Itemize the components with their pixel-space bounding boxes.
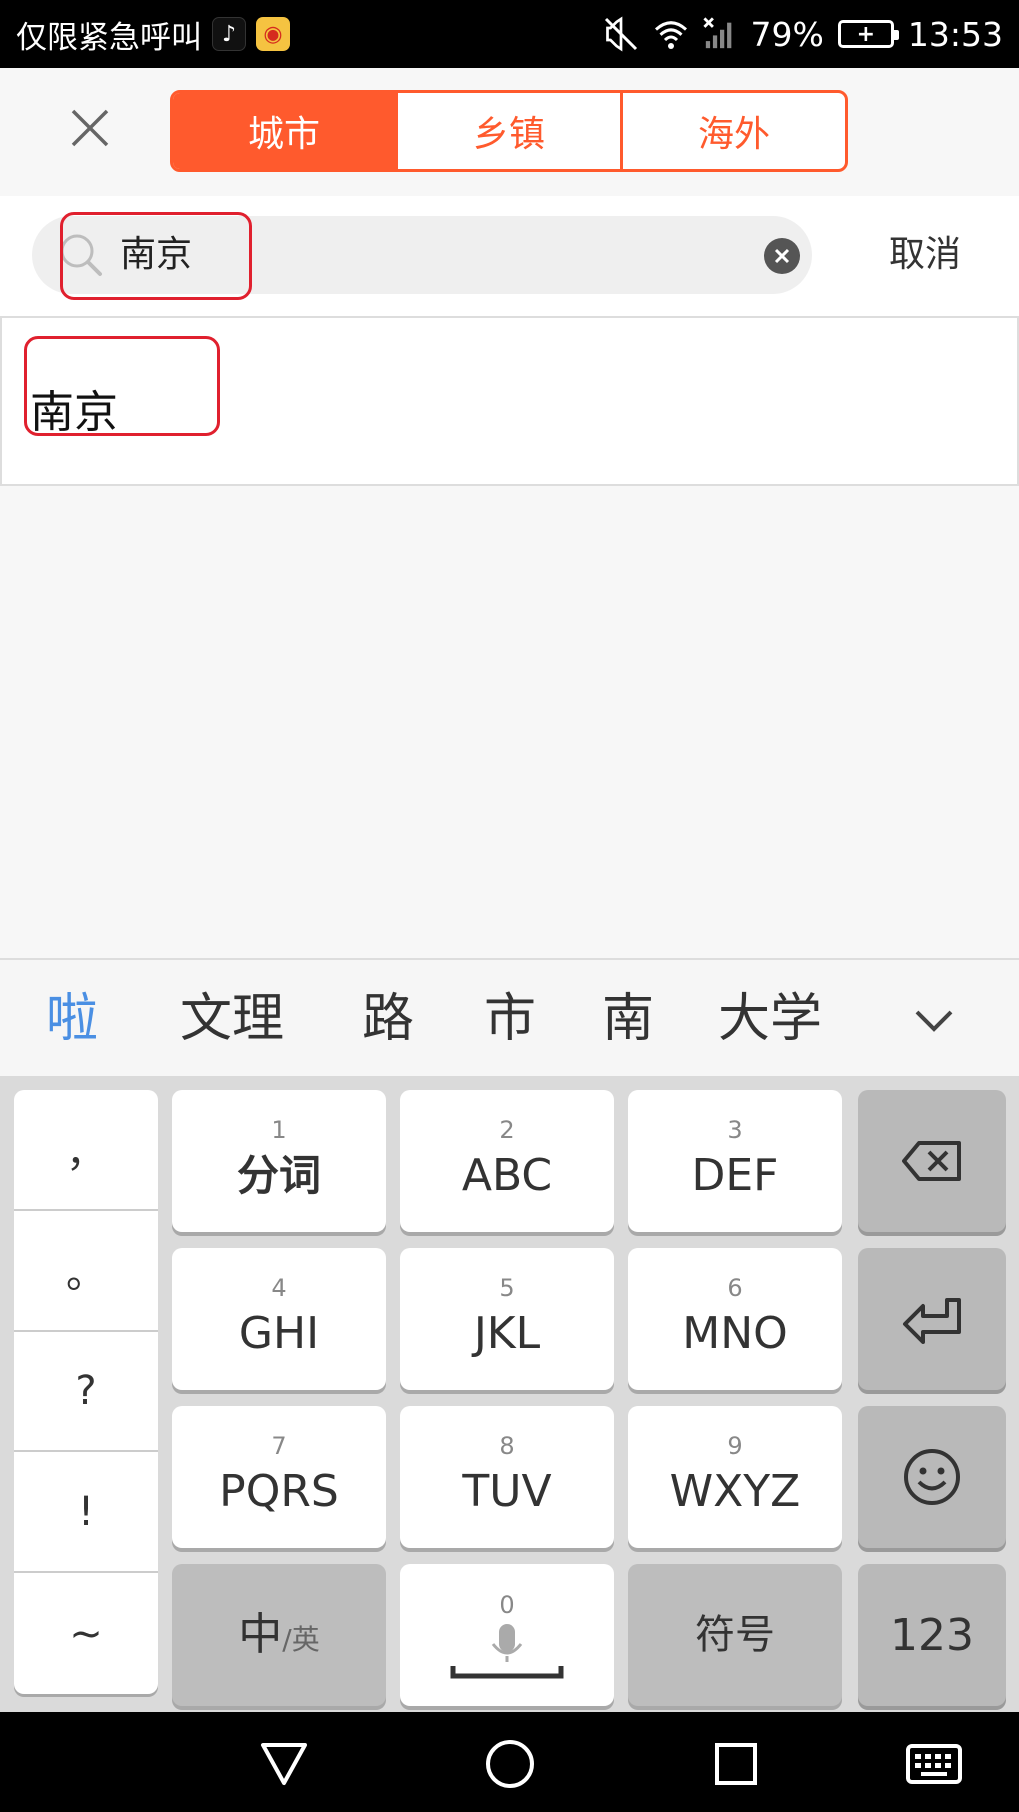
- key-3[interactable]: 3 DEF: [628, 1090, 842, 1232]
- battery-percent: 79%: [750, 14, 824, 54]
- lang-switch-label: 中/英: [238, 1604, 319, 1666]
- cancel-button[interactable]: 取消: [860, 216, 990, 294]
- microphone-icon: [450, 1624, 564, 1679]
- carrier-text: 仅限紧急呼叫: [16, 19, 202, 56]
- punct-key-question[interactable]: ?: [14, 1332, 158, 1453]
- ime-keyboard: ， 。 ? ! ~ 1 分词 2 ABC 3 DEF 4 GHI 5 JKL 6…: [0, 1076, 1019, 1712]
- key-8[interactable]: 8 TUV: [400, 1406, 614, 1548]
- keyboard-icon: [906, 1744, 962, 1784]
- key-num: 1: [271, 1116, 287, 1144]
- system-nav-bar: [0, 1712, 1019, 1812]
- mute-icon: [604, 16, 637, 52]
- key-label: DEF: [691, 1150, 779, 1201]
- enter-icon: [903, 1298, 961, 1344]
- search-icon: [60, 234, 102, 276]
- punct-key-exclaim[interactable]: !: [14, 1452, 158, 1574]
- empty-content-area: [0, 486, 1019, 958]
- key-num: 7: [271, 1432, 287, 1460]
- backspace-icon: [902, 1141, 961, 1181]
- backspace-button[interactable]: [858, 1090, 1006, 1232]
- ime-candidate-bar: 啦 文理 路 市 南 大学: [0, 958, 1019, 1076]
- candidate-2[interactable]: 文理: [180, 960, 284, 1078]
- key-num: 8: [499, 1432, 515, 1460]
- header: 城市 乡镇 海外: [0, 68, 1019, 196]
- punct-key-tilde[interactable]: ~: [14, 1573, 158, 1694]
- key-4[interactable]: 4 GHI: [172, 1248, 386, 1390]
- back-triangle-icon: [261, 1743, 307, 1785]
- key-label: PQRS: [219, 1466, 339, 1517]
- key-9[interactable]: 9 WXYZ: [628, 1406, 842, 1548]
- key-5[interactable]: 5 JKL: [400, 1248, 614, 1390]
- region-tabs: 城市 乡镇 海外: [170, 90, 848, 172]
- punctuation-column: ， 。 ? ! ~: [14, 1090, 158, 1694]
- punct-key-period[interactable]: 。: [14, 1211, 158, 1332]
- recents-square-icon: [715, 1743, 757, 1785]
- search-row: 南京 取消: [0, 196, 1019, 318]
- back-button[interactable]: [256, 1736, 312, 1792]
- candidate-1[interactable]: 啦: [46, 960, 98, 1078]
- key-label: 符号: [695, 1612, 775, 1658]
- key-2[interactable]: 2 ABC: [400, 1090, 614, 1232]
- key-num: 0: [499, 1591, 515, 1619]
- recents-button[interactable]: [708, 1736, 764, 1792]
- wifi-icon: [654, 21, 687, 49]
- key-label: WXYZ: [669, 1466, 801, 1517]
- key-label: ABC: [461, 1150, 553, 1201]
- candidate-5[interactable]: 南: [602, 960, 654, 1078]
- numbers-button[interactable]: 123: [858, 1564, 1006, 1706]
- key-num: 3: [727, 1116, 743, 1144]
- clear-x-icon: [774, 248, 790, 264]
- clear-search-icon[interactable]: [764, 238, 800, 274]
- battery-icon: +: [837, 20, 899, 48]
- key-6[interactable]: 6 MNO: [628, 1248, 842, 1390]
- tab-town[interactable]: 乡镇: [395, 93, 620, 169]
- clock: 13:53: [907, 14, 1003, 54]
- close-button[interactable]: [58, 96, 122, 160]
- result-label: 南京: [30, 387, 118, 438]
- punct-key-comma[interactable]: ，: [14, 1090, 158, 1211]
- lang-switch-button[interactable]: 中/英: [172, 1564, 386, 1706]
- key-1[interactable]: 1 分词: [172, 1090, 386, 1232]
- candidate-3[interactable]: 路: [362, 960, 414, 1078]
- tab-city[interactable]: 城市: [173, 93, 395, 169]
- key-num: 4: [271, 1274, 287, 1302]
- keyboard-toggle-button[interactable]: [904, 1736, 964, 1792]
- tab-overseas[interactable]: 海外: [620, 93, 845, 169]
- chevron-down-icon[interactable]: [909, 996, 959, 1046]
- key-num: 6: [727, 1274, 743, 1302]
- key-num: 2: [499, 1116, 515, 1144]
- home-button[interactable]: [482, 1736, 538, 1792]
- weibo-icon: ◉: [256, 17, 290, 51]
- emoji-icon: [904, 1449, 960, 1505]
- search-result-item[interactable]: 南京: [0, 318, 1019, 486]
- key-label: JKL: [473, 1308, 541, 1359]
- candidate-6[interactable]: 大学: [718, 960, 822, 1078]
- key-num: 9: [727, 1432, 743, 1460]
- search-input-value: 南京: [120, 234, 193, 275]
- emoji-button[interactable]: [858, 1406, 1006, 1548]
- lang-main: 中: [238, 1609, 283, 1660]
- key-num: 5: [499, 1274, 515, 1302]
- status-right: 79% + 13:53: [603, 0, 1003, 68]
- symbols-button[interactable]: 符号: [628, 1564, 842, 1706]
- candidate-4[interactable]: 市: [484, 960, 536, 1078]
- enter-button[interactable]: [858, 1248, 1006, 1390]
- status-left: 仅限紧急呼叫 ♪ ◉: [16, 0, 290, 68]
- tiktok-icon: ♪: [212, 17, 246, 51]
- key-label: GHI: [238, 1308, 320, 1359]
- signal-icon: [702, 17, 731, 49]
- key-7[interactable]: 7 PQRS: [172, 1406, 386, 1548]
- key-label: MNO: [682, 1308, 788, 1359]
- key-label: TUV: [462, 1466, 552, 1517]
- key-label: 分词: [236, 1151, 321, 1200]
- home-circle-icon: [486, 1740, 534, 1788]
- search-input[interactable]: 南京: [32, 216, 812, 294]
- status-bar: 仅限紧急呼叫 ♪ ◉ 79% + 13:53: [0, 0, 1019, 68]
- close-icon: [71, 109, 109, 147]
- lang-alt: /英: [282, 1623, 320, 1656]
- space-key[interactable]: 0: [400, 1564, 614, 1706]
